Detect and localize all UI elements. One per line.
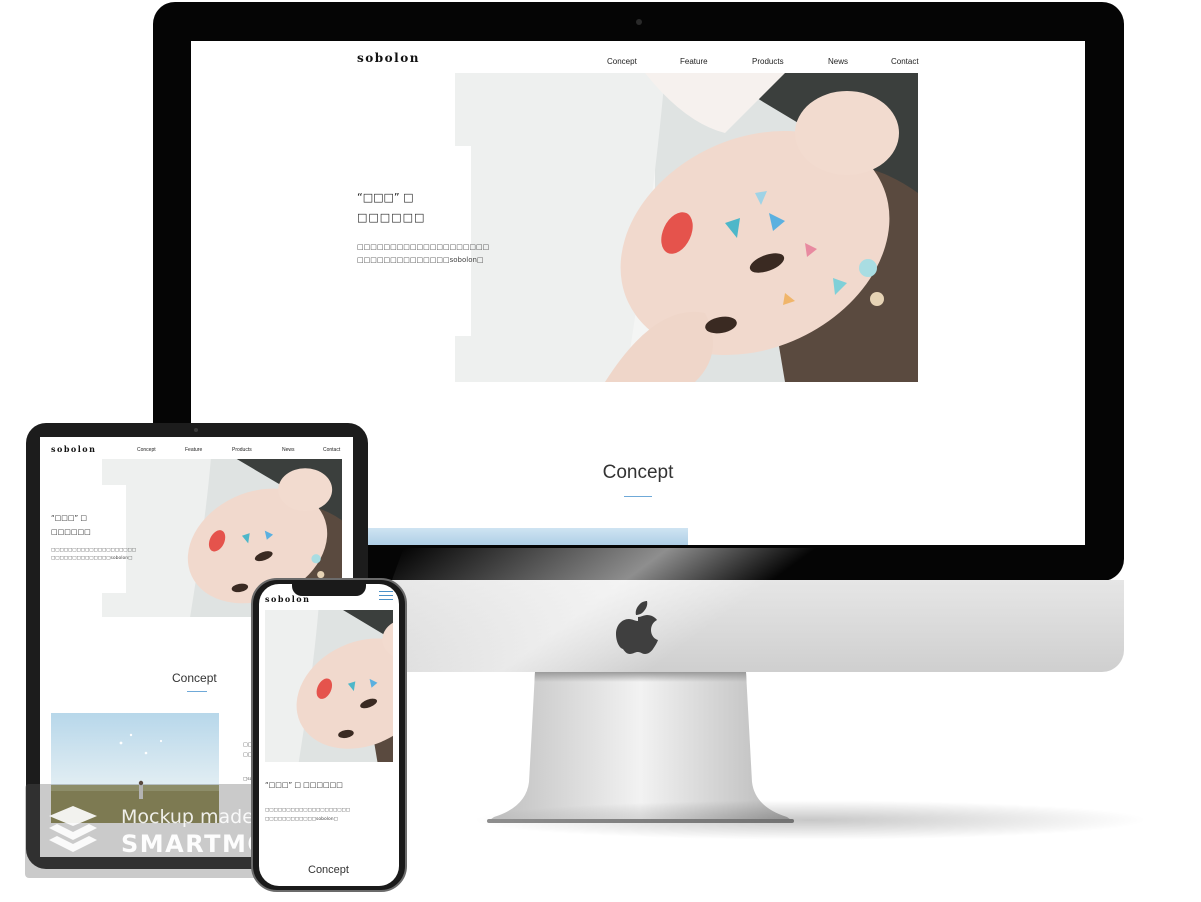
tablet-nav-products[interactable]: Products xyxy=(232,447,252,453)
nav-contact[interactable]: Contact xyxy=(891,57,919,66)
tablet-tagline-line2: □□□□□□ xyxy=(51,528,91,536)
nav-news[interactable]: News xyxy=(828,57,848,66)
concept-underline xyxy=(624,496,652,497)
hero-tagline-line1: “□□□” □ xyxy=(357,191,414,204)
tablet-tagline-line1: “□□□” □ xyxy=(51,514,87,522)
iphone-notch xyxy=(292,584,366,596)
hero-description-line2: □□□□□□□□□□□□□□sobolon□ xyxy=(357,256,484,264)
tablet-concept-underline xyxy=(187,691,207,692)
concept-image-top xyxy=(368,528,688,545)
hamburger-menu-icon[interactable] xyxy=(379,591,393,601)
imac-camera xyxy=(636,19,642,25)
desktop-nav: Concept Feature Products News Contact xyxy=(191,57,1085,69)
mobile-tagline: “□□□” □ □□□□□□ xyxy=(265,781,343,789)
hero-image-mask xyxy=(455,146,471,336)
smartmockups-logo-icon xyxy=(49,806,97,852)
nav-feature[interactable]: Feature xyxy=(680,57,708,66)
tablet-description-line2: □□□□□□□□□□□□□□sobolon□ xyxy=(51,556,133,561)
mobile-hero-image xyxy=(265,610,393,762)
tablet-nav-news[interactable]: News xyxy=(282,447,295,453)
mobile-concept-heading: Concept xyxy=(308,864,349,876)
tablet-hero-mask xyxy=(102,485,126,593)
ipad-camera xyxy=(194,428,198,432)
tablet-concept-heading: Concept xyxy=(172,671,217,685)
nav-products[interactable]: Products xyxy=(752,57,784,66)
tablet-nav-concept[interactable]: Concept xyxy=(137,447,156,453)
tablet-description-line1: □□□□□□□□□□□□□□□□□□□□ xyxy=(51,548,137,553)
tablet-nav-contact[interactable]: Contact xyxy=(323,447,340,453)
mobile-description-line1: □□□□□□□□□□□□□□□□□□□□ xyxy=(265,808,351,813)
hero-description-line1: □□□□□□□□□□□□□□□□□□□□ xyxy=(357,243,490,251)
mobile-description-line2: □□□□□□□□□□□□sobolon□ xyxy=(265,817,338,822)
imac-chin-reflection xyxy=(356,548,864,678)
tablet-nav: Concept Feature Products News Contact xyxy=(40,447,353,455)
mobile-website-screen: sobolon “□□□” □ □□□□□□ □□□□□□□□□□□□□□□□□… xyxy=(259,584,399,886)
nav-concept[interactable]: Concept xyxy=(607,57,637,66)
hero-image xyxy=(455,73,918,382)
apple-logo-icon xyxy=(616,601,658,654)
hero-tagline-line2: □□□□□□ xyxy=(357,211,426,224)
imac-shadow xyxy=(470,800,1150,840)
tablet-nav-feature[interactable]: Feature xyxy=(185,447,202,453)
